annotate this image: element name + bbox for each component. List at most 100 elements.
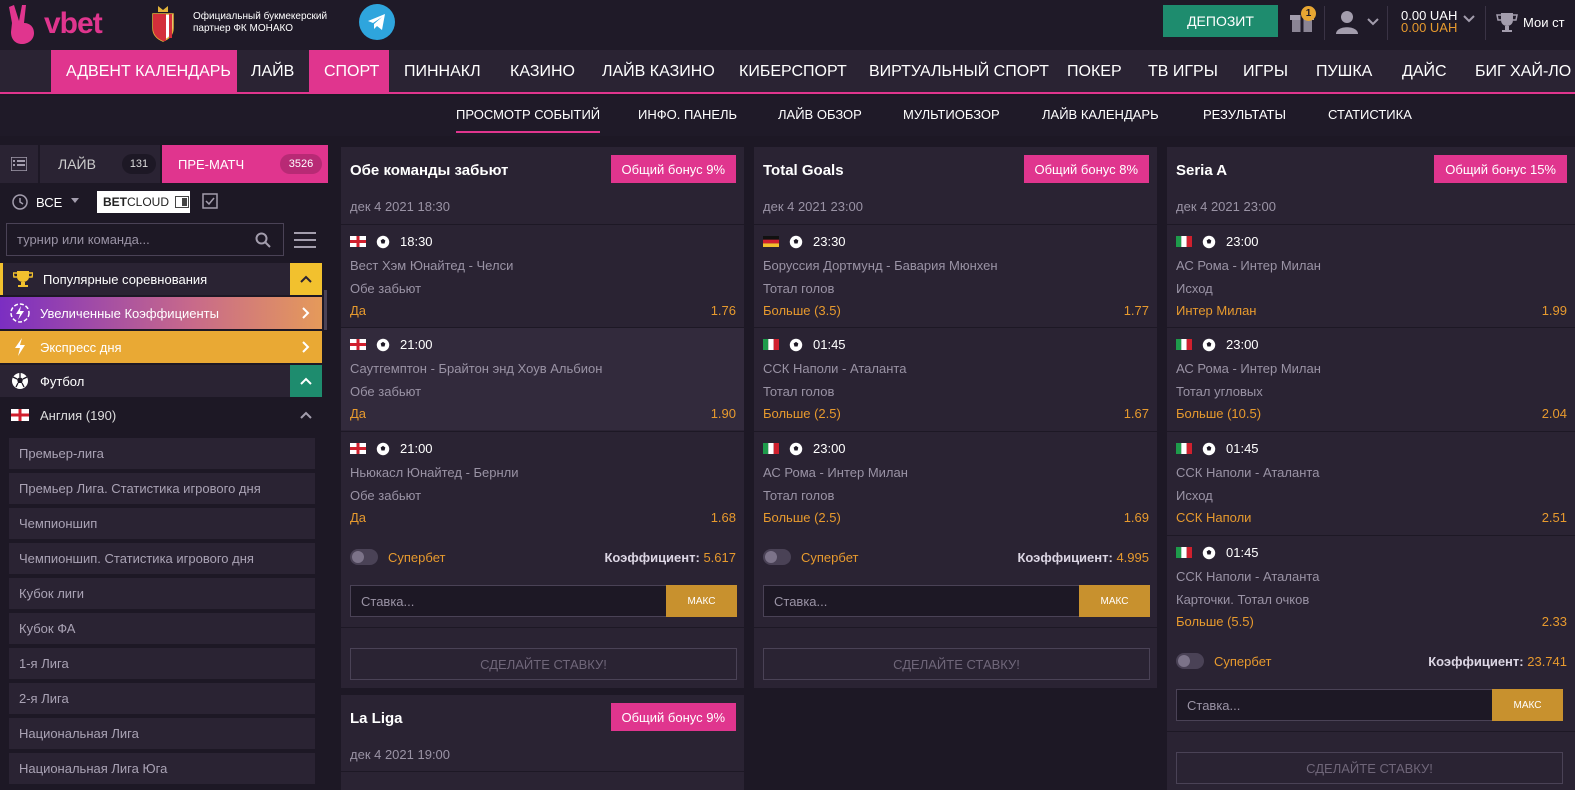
clock-icon[interactable] (11, 193, 29, 211)
logo[interactable]: vbet (8, 3, 103, 45)
sidebar-item-football[interactable]: Футбол (0, 365, 322, 397)
nav-item-live[interactable]: ЛАЙВ (251, 50, 294, 94)
my-bets-button[interactable]: Мои ст (1496, 11, 1565, 33)
place-bet-button[interactable]: СДЕЛАЙТЕ СТАВКУ! (763, 648, 1150, 680)
subnav-event-view[interactable]: ПРОСМОТР СОБЫТИЙ (456, 107, 601, 133)
filter-all-label[interactable]: ВСЕ (36, 195, 62, 210)
tab-live[interactable]: ЛАЙВ 131 (40, 145, 160, 183)
selection-row[interactable]: 23:30 Боруссия Дортмунд - Бавария Мюнхен… (754, 224, 1157, 327)
league-item[interactable]: Национальная Лига (9, 718, 315, 750)
nav-item-big-hi-lo[interactable]: БИГ ХАЙ-ЛО (1475, 50, 1571, 94)
chevron-up-icon[interactable] (290, 365, 322, 397)
tab-prematch[interactable]: ПРЕ-МАТЧ 3526 (162, 145, 328, 183)
superbet-toggle[interactable]: Супербет (350, 547, 445, 567)
league-item[interactable]: Кубок лиги (9, 578, 315, 610)
event-teams: АС Рома - Интер Милан (1176, 258, 1321, 273)
league-item[interactable]: 1-я Лига (9, 648, 315, 680)
place-bet-button[interactable]: СДЕЛАЙТЕ СТАВКУ! (1176, 752, 1563, 784)
nav-item-sport[interactable]: СПОРТ (309, 50, 389, 94)
nav-item-games[interactable]: ИГРЫ (1243, 50, 1288, 94)
subnav-statistics[interactable]: СТАТИСТИКА (1328, 107, 1412, 122)
max-button[interactable]: МАКС (1079, 585, 1150, 617)
user-menu[interactable] (1336, 9, 1380, 35)
selection-row[interactable]: 21:00 Ньюкасл Юнайтед - Бернли Обе забью… (341, 431, 744, 534)
sidebar-view-toggle[interactable] (0, 145, 38, 183)
event-market: Карточки. Тотал очков (1176, 592, 1310, 607)
deposit-button[interactable]: ДЕПОЗИТ (1163, 5, 1278, 37)
subnav-live-calendar[interactable]: ЛАЙВ КАЛЕНДАРЬ (1042, 107, 1159, 122)
chevron-right-icon[interactable] (290, 331, 322, 363)
nav-item-live-casino[interactable]: ЛАЙВ КАЗИНО (602, 50, 715, 94)
subnav-results[interactable]: РЕЗУЛЬТАТЫ (1203, 107, 1286, 122)
sidebar-item-popular[interactable]: Популярные соревнования (0, 263, 322, 295)
league-item[interactable]: Кубок ФА (9, 613, 315, 645)
event-market: Обе забьют (350, 384, 422, 399)
chevron-up-icon[interactable] (290, 263, 322, 295)
selection-row[interactable]: 18:30 Вест Хэм Юнайтед - Челси Обе забью… (341, 224, 744, 327)
nav-item-advent-calendar[interactable]: АДВЕНТ КАЛЕНДАРЬ (51, 50, 237, 94)
selection-row[interactable]: 23:00 АС Рома - Интер Милан Тотал голов … (754, 431, 1157, 534)
nav-item-esports[interactable]: КИБЕРСПОРТ (739, 50, 847, 94)
selection-row[interactable]: 01:45 ССК Наполи - Аталанта Карточки. То… (1167, 535, 1575, 638)
subnav-multiview[interactable]: МУЛЬТИОБЗОР (903, 107, 1000, 122)
selection-row[interactable]: 21:00 Саутгемптон - Брайтон энд Хоув Аль… (341, 327, 744, 430)
sidebar-item-label: Популярные соревнования (43, 271, 208, 287)
nav-item-tv-games[interactable]: ТВ ИГРЫ (1148, 50, 1218, 94)
coef-value: 23.741 (1527, 654, 1567, 669)
max-button[interactable]: МАКС (1492, 689, 1563, 721)
balance[interactable]: 0.00 UAH 0.00 UAH (1401, 9, 1458, 35)
sidebar-scrollbar[interactable] (324, 290, 327, 330)
caret-down-icon[interactable] (70, 197, 80, 205)
telegram-button[interactable] (359, 4, 395, 40)
selection-row[interactable]: 01:45 ССК Наполи - Аталанта Исход ССК На… (1167, 431, 1575, 534)
balance-bonus: 0.00 UAH (1401, 20, 1458, 35)
toggle-switch[interactable] (350, 549, 378, 565)
chevron-down-icon[interactable] (1462, 14, 1476, 24)
max-button[interactable]: МАКС (666, 585, 737, 617)
league-item[interactable]: Чемпионшип (9, 508, 315, 540)
sidebar-item-england[interactable]: Англия (190) (0, 399, 322, 431)
nav-item-dice[interactable]: ДАЙС (1402, 50, 1447, 94)
toggle-switch[interactable] (763, 549, 791, 565)
menu-lines-icon[interactable] (294, 231, 316, 249)
stake-input[interactable] (1177, 690, 1477, 720)
league-item[interactable]: 2-я Лига (9, 683, 315, 715)
league-item[interactable]: Чемпионшип. Статистика игрового дня (9, 543, 315, 575)
stake-input[interactable] (351, 586, 651, 616)
place-bet-button[interactable]: СДЕЛАЙТЕ СТАВКУ! (350, 648, 737, 680)
nav-item-virtual-sport[interactable]: ВИРТУАЛЬНЫЙ СПОРТ (869, 50, 1049, 94)
search-icon[interactable] (255, 232, 271, 248)
superbet-toggle[interactable]: Супербет (1176, 651, 1271, 671)
checklist-icon[interactable] (202, 193, 218, 209)
selection-row[interactable]: 01:45 ССК Наполи - Аталанта Тотал голов … (754, 327, 1157, 430)
stake-input[interactable] (764, 586, 1064, 616)
subnav-live-overview[interactable]: ЛАЙВ ОБЗОР (778, 107, 862, 122)
nav-item-poker[interactable]: ПОКЕР (1067, 50, 1122, 94)
chevron-up-icon[interactable] (290, 399, 322, 431)
selection-row[interactable]: 23:00 АС Рома - Интер Милан Исход Интер … (1167, 224, 1575, 327)
express-card: Seria A Общий бонус 15% дек 4 2021 23:00… (1167, 147, 1575, 790)
league-item[interactable]: Национальная Лига Юга (9, 753, 315, 785)
nav-item-pushka[interactable]: ПУШКА (1316, 50, 1372, 94)
soccer-ball-icon (376, 235, 390, 248)
tab-live-label: ЛАЙВ (58, 156, 96, 172)
nav-item-casino[interactable]: КАЗИНО (510, 50, 575, 94)
betcloud-toggle[interactable]: BET CLOUD (97, 191, 190, 213)
league-item[interactable]: Премьер Лига. Статистика игрового дня (9, 473, 315, 505)
card-date: дек 4 2021 18:30 (350, 199, 451, 214)
chevron-right-icon[interactable] (290, 297, 322, 329)
event-odd: 1.90 (710, 406, 736, 421)
subnav-info-panel[interactable]: ИНФО. ПАНЕЛЬ (638, 107, 737, 122)
event-odd: 2.33 (1541, 614, 1567, 629)
league-item[interactable]: Премьер-лига (9, 438, 315, 470)
search-input[interactable] (7, 224, 247, 255)
superbet-toggle[interactable]: Супербет (763, 547, 858, 567)
sidebar-item-boosted-odds[interactable]: Увеличенные Коэффициенты (0, 297, 322, 329)
nav-item-pinnacle[interactable]: ПИННАКЛ (404, 50, 481, 94)
sidebar-item-express[interactable]: Экспресс дня (0, 331, 322, 363)
partner-line-2: партнер ФК МОНАКО (193, 23, 294, 34)
selection-row[interactable]: 23:00 АС Рома - Интер Милан Тотал угловы… (1167, 327, 1575, 430)
england-flag-icon (350, 443, 366, 454)
header-separator (1387, 6, 1388, 40)
toggle-switch[interactable] (1176, 653, 1204, 669)
